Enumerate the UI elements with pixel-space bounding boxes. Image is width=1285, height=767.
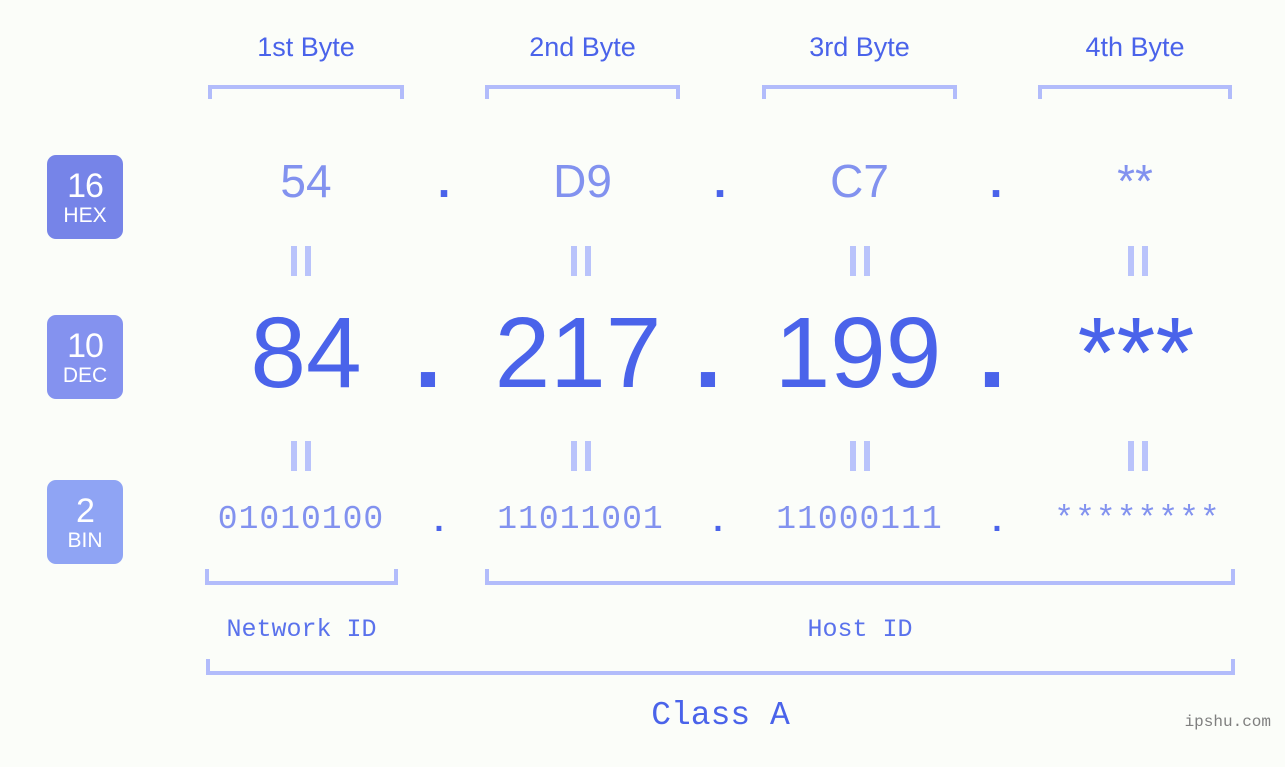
hex-byte-3: C7: [830, 155, 889, 207]
class-label: Class A: [651, 697, 790, 734]
equals-mark-hex-dec-4: [1128, 246, 1148, 276]
dec-separator-1: .: [414, 297, 442, 409]
bin-separator-2: .: [713, 501, 723, 539]
class-bracket: [206, 659, 1235, 675]
network-id-label: Network ID: [226, 615, 377, 644]
hex-separator-2: .: [713, 155, 727, 207]
bin-byte-2: 11011001: [497, 501, 664, 538]
dec-byte-1: 84: [250, 297, 362, 409]
byte-bracket-4: [1038, 85, 1232, 99]
byte-header-1: 1st Byte: [257, 32, 355, 62]
hex-separator-1: .: [437, 155, 451, 207]
host-id-label: Host ID: [807, 615, 913, 644]
byte-header-3: 3rd Byte: [809, 32, 910, 62]
base-badge-bin: 2 BIN: [47, 480, 123, 564]
base-badge-hex: 16 HEX: [47, 155, 123, 239]
equals-mark-dec-bin-3: [850, 441, 870, 471]
equals-mark-dec-bin-2: [571, 441, 591, 471]
ip-breakdown-diagram: 1st Byte 2nd Byte 3rd Byte 4th Byte 16 H…: [0, 0, 1285, 767]
host-id-bracket: [485, 569, 1235, 585]
network-id-bracket: [205, 569, 398, 585]
bin-byte-4: ********: [1054, 501, 1221, 538]
dec-separator-2: .: [694, 297, 722, 409]
byte-header-4: 4th Byte: [1085, 32, 1185, 62]
base-badge-dec-name: DEC: [62, 363, 108, 387]
base-badge-bin-number: 2: [76, 491, 95, 530]
equals-mark-hex-dec-3: [850, 246, 870, 276]
bin-separator-1: .: [434, 501, 444, 539]
dec-separator-3: .: [978, 297, 1006, 409]
dec-byte-2: 217: [494, 297, 662, 409]
equals-mark-dec-bin-4: [1128, 441, 1148, 471]
equals-mark-hex-dec-1: [291, 246, 311, 276]
base-badge-hex-name: HEX: [63, 203, 107, 227]
base-badge-dec-number: 10: [67, 326, 104, 365]
dec-byte-3: 199: [774, 297, 942, 409]
base-badge-hex-number: 16: [67, 166, 104, 205]
base-badge-dec: 10 DEC: [47, 315, 123, 399]
equals-mark-dec-bin-1: [291, 441, 311, 471]
equals-mark-hex-dec-2: [571, 246, 591, 276]
bin-byte-3: 11000111: [776, 501, 943, 538]
byte-bracket-3: [762, 85, 957, 99]
hex-byte-4: **: [1117, 155, 1153, 207]
hex-byte-2: D9: [553, 155, 612, 207]
byte-bracket-1: [208, 85, 404, 99]
byte-bracket-2: [485, 85, 680, 99]
base-badge-bin-name: BIN: [67, 528, 103, 552]
byte-header-2: 2nd Byte: [529, 32, 636, 62]
hex-byte-1: 54: [280, 155, 332, 207]
bin-byte-1: 01010100: [217, 501, 385, 538]
bin-separator-3: .: [992, 501, 1002, 539]
watermark: ipshu.com: [1184, 713, 1271, 731]
dec-byte-4: ***: [1077, 297, 1195, 409]
hex-separator-3: .: [989, 155, 1003, 207]
